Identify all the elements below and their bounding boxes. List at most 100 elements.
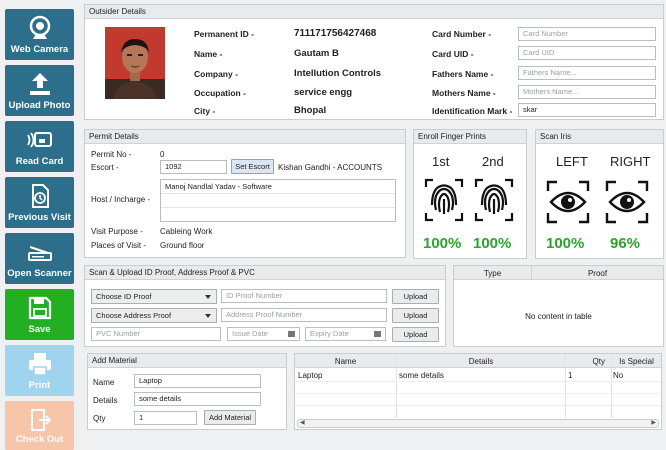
escort-input[interactable]: 1092 [160,160,227,174]
iris-left-icon[interactable] [546,180,590,224]
places-value: Ground floor [160,241,205,250]
fathers-name-label: Fathers Name - [432,69,494,79]
host-list[interactable]: Manoj Nandlal Yadav - Software [160,179,396,222]
visitor-photo [105,27,165,99]
set-escort-button[interactable]: Set Escort [231,159,274,174]
visit-purpose-value: Cableing Work [160,227,213,236]
permit-no-label: Permit No - [91,150,132,159]
id-proof-select[interactable]: Choose ID Proof [91,289,217,304]
proof-table-col-type: Type [483,269,502,278]
scroll-left-icon[interactable]: ◀ [300,420,305,427]
mothers-name-input[interactable]: Mothers Name... [518,85,656,99]
material-details-input[interactable]: some details [134,392,261,406]
material-table-col-name: Name [334,357,357,366]
check-out-button[interactable]: Check Out [5,401,74,450]
pvc-number-input[interactable]: PVC Number [91,327,221,341]
iris-left-label: LEFT [556,154,588,169]
name-label: Name - [194,49,223,59]
material-table-col-qty: Qty [592,357,605,366]
iris-left-percent: 100% [546,235,585,252]
occupation-label: Occupation - [194,88,246,98]
permanent-id-label: Permanent ID - [194,29,254,39]
open-scanner-label: Open Scanner [7,268,72,279]
webcam-icon [29,15,50,39]
address-proof-select-value: Choose Address Proof [96,311,172,320]
calendar-icon[interactable] [374,331,381,337]
outsider-details-title: Outsider Details [85,5,663,19]
address-proof-number-input[interactable]: Address Proof Number [221,308,387,322]
address-proof-upload-button[interactable]: Upload [392,308,439,323]
column-divider [565,354,566,418]
read-card-button[interactable]: Read Card [5,121,74,172]
material-row-details: some details [399,371,444,380]
open-scanner-button[interactable]: Open Scanner [5,233,74,284]
card-uid-label: Card UID - [432,49,474,59]
card-number-label: Card Number - [432,29,492,39]
print-button[interactable]: Print [5,345,74,396]
card-uid-input[interactable]: Card UID [518,46,656,60]
fingerprint-second-icon[interactable] [474,178,514,222]
host-list-item[interactable]: Manoj Nandlal Yadav - Software [161,180,395,194]
identification-mark-input[interactable]: skar [518,103,656,117]
city-label: City - [194,106,216,116]
material-details-label: Details [93,396,118,405]
finger-first-label: 1st [432,154,450,169]
floppy-disk-icon [28,296,51,320]
iris-right-label: RIGHT [610,154,651,169]
outsider-details-panel: Outsider Details Permanent ID - 71117175… [84,4,664,120]
occupation-value: service engg [294,87,353,98]
name-value: Gautam B [294,48,339,59]
upload-photo-button[interactable]: Upload Photo [5,65,74,116]
add-material-panel: Add Material Name Laptop Details some de… [87,353,287,430]
row-divider [295,393,661,394]
fingerprint-first-icon[interactable] [424,178,464,222]
id-proof-number-input[interactable]: ID Proof Number [221,289,387,303]
column-divider [396,354,397,418]
permit-no-value: 0 [160,150,165,159]
finger-second-label: 2nd [482,154,504,169]
material-qty-input[interactable]: 1 [134,411,197,425]
material-name-label: Name [93,378,115,387]
material-row-qty: 1 [568,371,573,380]
web-camera-label: Web Camera [10,44,69,55]
upload-icon [29,73,50,95]
chevron-down-icon [205,295,211,299]
column-divider [611,354,612,418]
exit-door-icon [30,409,51,431]
scan-iris-panel: Scan Iris LEFT RIGHT 100% 96% [535,129,664,259]
company-label: Company - [194,69,238,79]
calendar-icon[interactable] [288,331,295,337]
scroll-right-icon[interactable]: ▶ [651,420,656,427]
identification-mark-label: Identification Mark - [432,106,513,116]
visit-purpose-label: Visit Purpose - [91,227,143,236]
pvc-upload-button[interactable]: Upload [392,327,439,342]
material-name-input[interactable]: Laptop [134,374,261,388]
id-proof-select-value: Choose ID Proof [96,292,152,301]
previous-visit-label: Previous Visit [8,212,71,223]
id-proof-upload-button[interactable]: Upload [392,289,439,304]
row-divider [295,381,661,382]
upload-photo-label: Upload Photo [8,100,71,111]
permit-details-title: Permit Details [85,130,405,144]
previous-visit-button[interactable]: Previous Visit [5,177,74,228]
save-button[interactable]: Save [5,289,74,340]
proof-table-col-proof: Proof [587,269,608,278]
host-list-empty-row [161,194,395,208]
previous-visit-icon [31,184,49,208]
web-camera-button[interactable]: Web Camera [5,9,74,60]
add-material-title: Add Material [88,354,286,368]
mothers-name-label: Mothers Name - [432,88,496,98]
address-proof-select[interactable]: Choose Address Proof [91,308,217,323]
fathers-name-input[interactable]: Fathers Name... [518,66,656,80]
add-material-button[interactable]: Add Material [204,410,256,425]
save-label: Save [28,324,51,335]
city-value: Bhopal [294,105,327,116]
table-row[interactable]: Laptop some details 1 No [295,369,661,381]
iris-right-icon[interactable] [605,180,649,224]
permit-details-panel: Permit Details Permit No - 0 Escort - 10… [84,129,406,258]
card-number-input[interactable]: Card Number [518,27,656,41]
scan-upload-panel: Scan & Upload ID Proof, Address Proof & … [84,265,446,347]
horizontal-scrollbar[interactable]: ◀ ▶ [297,419,659,428]
proof-table-empty: No content in table [525,312,592,321]
material-table-col-details: Details [468,357,494,366]
